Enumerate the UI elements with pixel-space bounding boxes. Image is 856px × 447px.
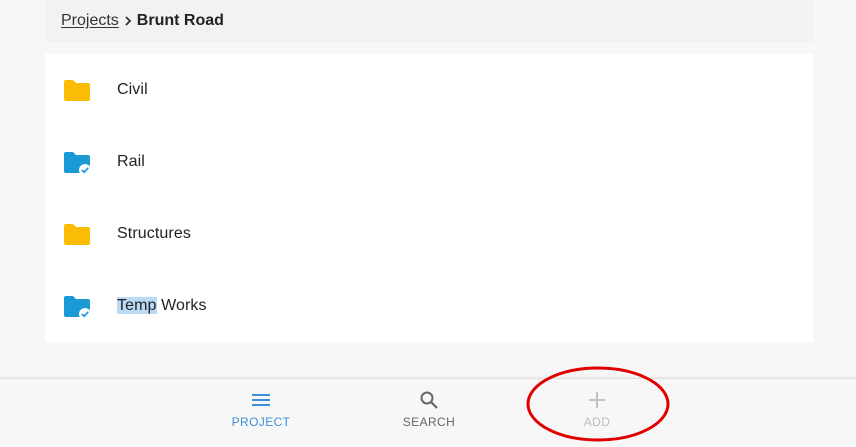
nav-search-button[interactable]: SEARCH [384, 379, 474, 447]
nav-search-label: SEARCH [402, 415, 456, 429]
folder-label: Temp Works [117, 297, 207, 315]
folder-label: Rail [117, 153, 145, 170]
menu-icon [249, 388, 273, 412]
breadcrumb-projects-link[interactable]: Projects [61, 12, 119, 30]
nav-project-button[interactable]: PROJECT [216, 379, 306, 447]
plus-icon [585, 388, 609, 412]
breadcrumb: Projects Brunt Road [45, 0, 813, 42]
synced-folder-icon [63, 150, 91, 176]
folder-icon [63, 78, 91, 104]
nav-add-label: ADD [583, 415, 611, 429]
chevron-right-icon [120, 15, 136, 27]
folder-label-rest: Works [156, 297, 207, 314]
text-selection-highlight: Temp [117, 297, 157, 314]
folder-item-temp-works[interactable]: Temp Works [45, 270, 813, 342]
folder-item-rail[interactable]: Rail [45, 126, 813, 198]
nav-project-label: PROJECT [231, 415, 291, 429]
folder-item-structures[interactable]: Structures [45, 198, 813, 270]
search-icon [417, 388, 441, 412]
breadcrumb-current: Brunt Road [136, 12, 224, 29]
bottom-navigation: PROJECT SEARCH ADD [0, 378, 856, 447]
folder-item-civil[interactable]: Civil [45, 54, 813, 126]
synced-folder-icon [63, 294, 91, 320]
folder-label: Civil [117, 81, 148, 98]
folder-icon [63, 222, 91, 248]
nav-add-button[interactable]: ADD [552, 379, 642, 447]
folder-list: Civil Rail Structures Temp Works [45, 54, 813, 342]
folder-label: Structures [117, 225, 191, 242]
